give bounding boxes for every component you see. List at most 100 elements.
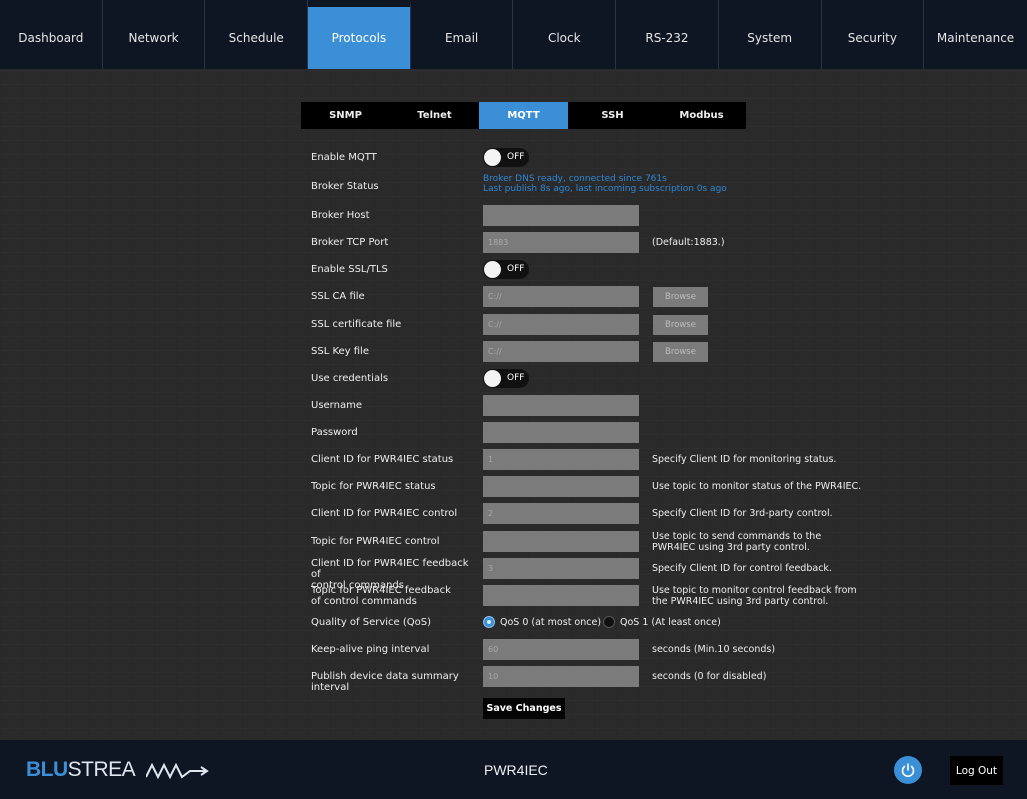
use-credentials-label: Use credentials — [311, 373, 389, 384]
username-input[interactable] — [483, 395, 639, 416]
row-topic-control: Topic for PWR4IEC control Use topic to s… — [311, 531, 871, 553]
logo-wave-icon — [146, 762, 209, 780]
nav-schedule[interactable]: Schedule — [205, 0, 309, 69]
username-label: Username — [311, 400, 362, 411]
ssl-cert-label: SSL certificate file — [311, 319, 402, 330]
ssl-key-label: SSL Key file — [311, 346, 369, 357]
toggle-knob — [484, 149, 501, 166]
protocol-tabs: SNMP Telnet MQTT SSH Modbus — [301, 102, 746, 129]
nav-network[interactable]: Network — [103, 0, 206, 69]
row-client-feedback: Client ID for PWR4IEC feedback of contro… — [311, 558, 871, 591]
row-qos: Quality of Service (QoS) QoS 0 (at most … — [311, 612, 871, 634]
client-status-hint: Specify Client ID for monitoring status. — [652, 454, 837, 465]
publish-interval-input[interactable] — [483, 666, 639, 687]
topic-status-label: Topic for PWR4IEC status — [311, 481, 436, 492]
tab-snmp[interactable]: SNMP — [301, 102, 390, 129]
ssl-ca-label: SSL CA file — [311, 291, 365, 302]
password-input[interactable] — [483, 422, 639, 443]
client-status-input[interactable] — [483, 449, 639, 470]
row-use-credentials: Use credentials OFF — [311, 368, 871, 390]
topic-control-hint-line1: Use topic to send commands to the — [652, 531, 822, 542]
client-control-label: Client ID for PWR4IEC control — [311, 508, 458, 519]
row-broker-port: Broker TCP Port (Default:1883.) — [311, 232, 871, 254]
client-feedback-input[interactable] — [483, 558, 639, 579]
row-ssl-cert: SSL certificate file Browse — [311, 314, 871, 336]
topic-control-label: Topic for PWR4IEC control — [311, 536, 440, 547]
power-button[interactable] — [894, 756, 922, 784]
nav-email[interactable]: Email — [411, 0, 514, 69]
enable-mqtt-label: Enable MQTT — [311, 152, 377, 163]
logout-button[interactable]: Log Out — [950, 756, 1003, 785]
toggle-knob — [484, 370, 501, 387]
broker-host-label: Broker Host — [311, 210, 370, 221]
client-feedback-label-line1: Client ID for PWR4IEC feedback of — [311, 558, 469, 580]
topic-control-input[interactable] — [483, 531, 639, 552]
broker-status-label: Broker Status — [311, 181, 379, 192]
radio-dot — [603, 616, 615, 628]
broker-host-input[interactable] — [483, 205, 639, 226]
nav-security[interactable]: Security — [822, 0, 925, 69]
broker-status-line1: Broker DNS ready, connected since 761s — [483, 174, 667, 184]
qos1-radio[interactable]: QoS 1 (At least once) — [603, 616, 721, 628]
toggle-knob — [484, 261, 501, 278]
row-client-status: Client ID for PWR4IEC status Specify Cli… — [311, 449, 871, 471]
nav-protocols[interactable]: Protocols — [308, 0, 411, 69]
topic-feedback-hint-line2: the PWR4IEC using 3rd party control. — [652, 596, 829, 607]
broker-status-line2: Last publish 8s ago, last incoming subsc… — [483, 184, 727, 194]
ssl-key-input[interactable] — [483, 341, 639, 362]
use-credentials-toggle[interactable]: OFF — [483, 369, 529, 388]
broker-port-input[interactable] — [483, 232, 639, 253]
save-changes-button[interactable]: Save Changes — [483, 698, 565, 719]
broker-port-label: Broker TCP Port — [311, 237, 389, 248]
enable-mqtt-toggle[interactable]: OFF — [483, 148, 529, 167]
topic-feedback-label-line2: of control commands — [311, 596, 417, 607]
toggle-state: OFF — [507, 264, 525, 274]
tab-modbus[interactable]: Modbus — [657, 102, 746, 129]
row-topic-feedback: Topic for PWR4IEC feedback of control co… — [311, 585, 871, 607]
ssl-key-browse-button[interactable]: Browse — [653, 342, 708, 362]
toggle-state: OFF — [507, 152, 525, 162]
topic-control-hint: Use topic to send commands to the PWR4IE… — [652, 531, 872, 553]
topic-feedback-label-line1: Topic for PWR4IEC feedback — [311, 585, 451, 596]
logo-stream: STREA — [67, 758, 136, 781]
client-control-hint: Specify Client ID for 3rd-party control. — [652, 508, 833, 519]
nav-maintenance[interactable]: Maintenance — [924, 0, 1027, 69]
nav-dashboard[interactable]: Dashboard — [0, 0, 103, 69]
tab-telnet[interactable]: Telnet — [390, 102, 479, 129]
qos1-label: QoS 1 (At least once) — [620, 616, 721, 628]
keepalive-label: Keep-alive ping interval — [311, 644, 430, 655]
topic-feedback-label: Topic for PWR4IEC feedback of control co… — [311, 585, 476, 607]
topic-feedback-input[interactable] — [483, 585, 639, 606]
topic-feedback-hint: Use topic to monitor control feedback fr… — [652, 585, 872, 607]
nav-system[interactable]: System — [719, 0, 822, 69]
nav-rs232[interactable]: RS-232 — [616, 0, 719, 69]
row-ssl-ca: SSL CA file Browse — [311, 286, 871, 308]
ssl-cert-browse-button[interactable]: Browse — [653, 315, 708, 335]
qos0-label: QoS 0 (at most once) — [500, 616, 602, 628]
topic-status-input[interactable] — [483, 476, 639, 497]
broker-port-hint: (Default:1883.) — [652, 237, 725, 248]
row-publish-interval: Publish device data summary interval sec… — [311, 666, 871, 693]
tab-mqtt[interactable]: MQTT — [479, 102, 568, 129]
keepalive-input[interactable] — [483, 639, 639, 660]
tab-ssh[interactable]: SSH — [568, 102, 657, 129]
enable-ssl-toggle[interactable]: OFF — [483, 260, 529, 279]
qos0-radio[interactable]: QoS 0 (at most once) — [483, 616, 601, 628]
nav-clock[interactable]: Clock — [513, 0, 617, 69]
top-nav: Dashboard Network Schedule Protocols Ema… — [0, 0, 1027, 69]
client-control-input[interactable] — [483, 503, 639, 524]
radio-dot — [483, 616, 495, 628]
topic-status-hint: Use topic to monitor status of the PWR4I… — [652, 481, 862, 492]
ssl-cert-input[interactable] — [483, 314, 639, 335]
footer: BLUSTREA PWR4IEC Log Out — [0, 740, 1027, 799]
blustream-logo: BLUSTREA — [26, 758, 209, 782]
row-keepalive: Keep-alive ping interval seconds (Min.10… — [311, 639, 871, 661]
keepalive-hint: seconds (Min.10 seconds) — [652, 644, 776, 655]
topic-control-hint-line2: PWR4IEC using 3rd party control. — [652, 542, 810, 553]
row-broker-host: Broker Host — [311, 205, 871, 227]
topic-feedback-hint-line1: Use topic to monitor control feedback fr… — [652, 585, 857, 596]
ssl-ca-input[interactable] — [483, 286, 639, 307]
row-username: Username — [311, 395, 871, 417]
ssl-ca-browse-button[interactable]: Browse — [653, 287, 708, 307]
client-status-label: Client ID for PWR4IEC status — [311, 454, 454, 465]
